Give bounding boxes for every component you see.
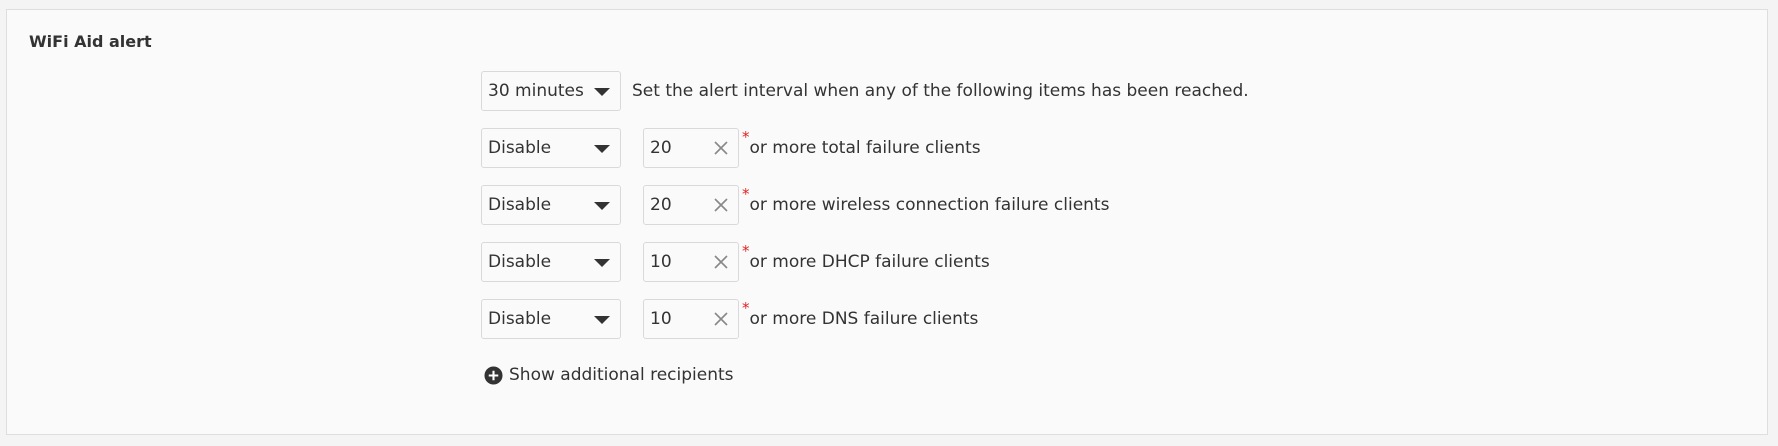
rule-mode-select[interactable]: Disable	[481, 185, 621, 225]
required-asterisk: *	[742, 128, 750, 146]
rule-row-wireless-failure: Disable 20 * or more wireless connection…	[481, 185, 1109, 225]
rule-label: or more total failure clients	[749, 138, 981, 158]
rule-row-dns-failure: Disable 10 * or more DNS failure clients	[481, 299, 978, 339]
plus-circle-icon	[484, 365, 503, 385]
wifi-aid-alert-panel: WiFi Aid alert 30 minutes Set the alert …	[6, 9, 1768, 435]
required-asterisk: *	[742, 185, 750, 203]
rule-mode-select[interactable]: Disable	[481, 242, 621, 282]
threshold-input[interactable]: 10	[643, 242, 739, 282]
rule-label: or more DHCP failure clients	[749, 252, 990, 272]
threshold-value: 20	[650, 138, 672, 158]
threshold-value: 10	[650, 252, 672, 272]
threshold-value: 20	[650, 195, 672, 215]
required-asterisk: *	[742, 242, 750, 260]
rule-mode-value: Disable	[488, 195, 552, 215]
rule-mode-value: Disable	[488, 138, 552, 158]
chevron-down-icon	[594, 145, 610, 153]
threshold-value: 10	[650, 309, 672, 329]
rule-mode-select[interactable]: Disable	[481, 128, 621, 168]
rule-mode-value: Disable	[488, 252, 552, 272]
show-additional-recipients-label: Show additional recipients	[509, 365, 734, 385]
section-title: WiFi Aid alert	[29, 32, 152, 51]
chevron-down-icon	[594, 259, 610, 267]
interval-select-value: 30 minutes	[488, 81, 584, 101]
threshold-input[interactable]: 20	[643, 128, 739, 168]
interval-select[interactable]: 30 minutes	[481, 71, 621, 111]
threshold-input[interactable]: 20	[643, 185, 739, 225]
clear-icon[interactable]	[713, 140, 729, 156]
rule-label: or more wireless connection failure clie…	[749, 195, 1110, 215]
clear-icon[interactable]	[713, 254, 729, 270]
chevron-down-icon	[594, 202, 610, 210]
show-additional-recipients-link[interactable]: Show additional recipients	[484, 365, 734, 385]
interval-row: 30 minutes Set the alert interval when a…	[481, 71, 1249, 111]
interval-description: Set the alert interval when any of the f…	[632, 81, 1249, 101]
required-asterisk: *	[742, 299, 750, 317]
rule-mode-value: Disable	[488, 309, 552, 329]
rule-row-total-failure: Disable 20 * or more total failure clien…	[481, 128, 981, 168]
chevron-down-icon	[594, 88, 610, 96]
threshold-input[interactable]: 10	[643, 299, 739, 339]
rule-mode-select[interactable]: Disable	[481, 299, 621, 339]
rule-label: or more DNS failure clients	[749, 309, 979, 329]
rule-row-dhcp-failure: Disable 10 * or more DHCP failure client…	[481, 242, 990, 282]
chevron-down-icon	[594, 316, 610, 324]
clear-icon[interactable]	[713, 197, 729, 213]
clear-icon[interactable]	[713, 311, 729, 327]
